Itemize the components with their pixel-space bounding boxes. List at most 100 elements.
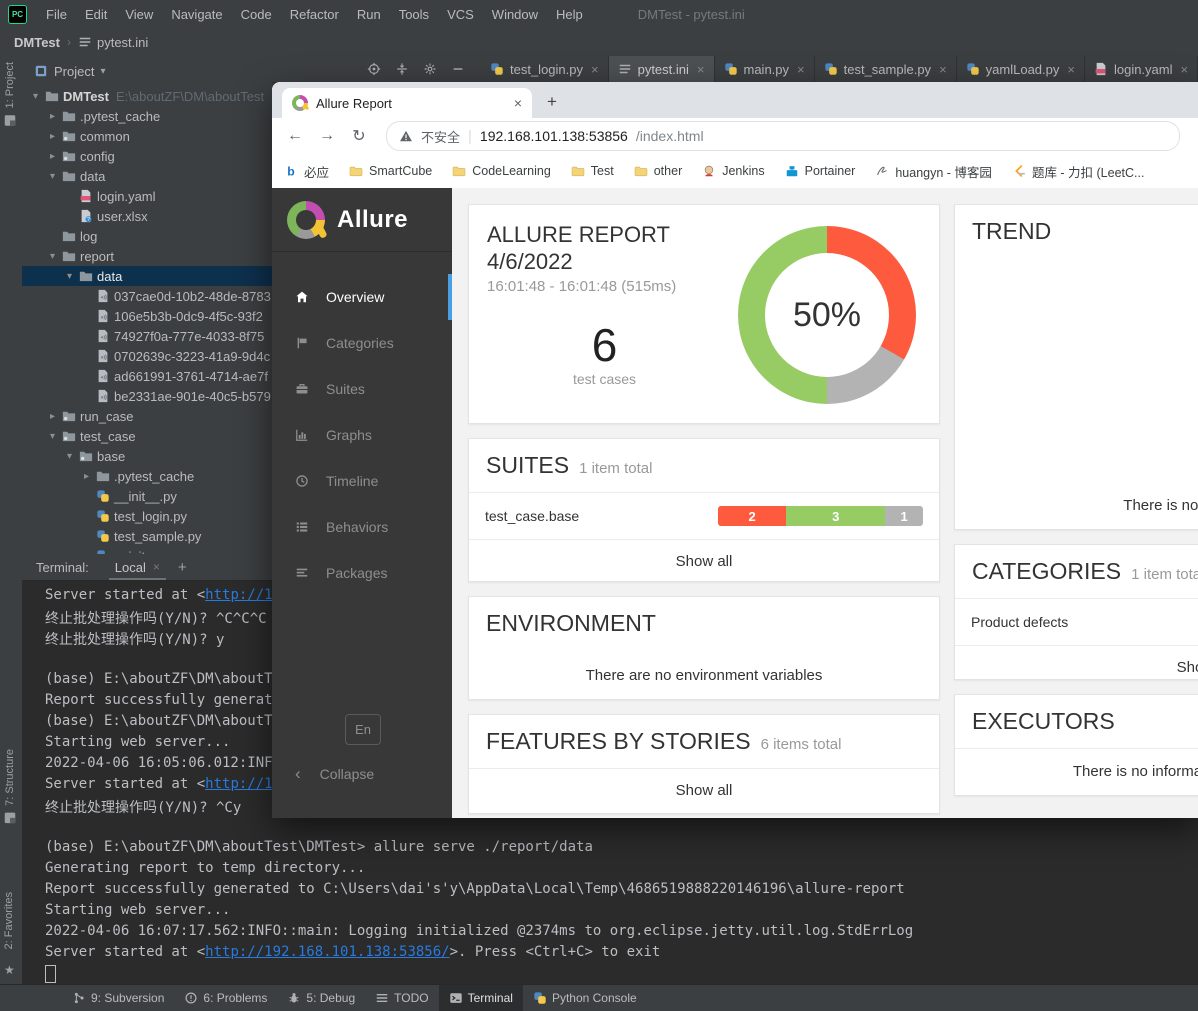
chevron-icon[interactable]: ▾ [28,91,43,102]
tree-item-common[interactable]: ▸ common [22,126,272,146]
toolwindow-structure[interactable]: 7: Structure [3,749,17,825]
editor-tab-main-py[interactable]: main.py × [715,56,815,82]
breadcrumb-project[interactable]: DMTest [14,35,60,50]
menu-item-window[interactable]: Window [483,7,547,22]
nav-item-categories[interactable]: Categories [272,320,452,366]
menu-item-tools[interactable]: Tools [390,7,438,22]
status-donut-chart[interactable]: 50% [738,226,916,404]
bookmark-smartcube[interactable]: SmartCube [349,164,432,178]
tree-item-data[interactable]: ▾ data [22,166,272,186]
terminal-link[interactable]: http://192.168.101.138:53856/ [205,944,449,960]
editor-tab-test-login-py[interactable]: test_login.py × [481,56,609,82]
tree-item-pytest-cache[interactable]: ▸ .pytest_cache [22,106,272,126]
categories-show-all[interactable]: Show all [955,645,1198,688]
close-icon[interactable]: × [514,95,522,111]
chevron-icon[interactable]: ▾ [45,171,60,182]
tree-item-init-py[interactable]: __init__.py [22,546,272,554]
bookmark-portainer[interactable]: Portainer [785,164,855,178]
status-item-9-subversion[interactable]: 9: Subversion [62,985,174,1011]
close-icon[interactable]: × [797,62,805,77]
editor-tab-login-yaml[interactable]: login.yaml × [1085,56,1198,82]
status-item-terminal[interactable]: Terminal [438,985,523,1011]
address-bar[interactable]: 不安全 | 192.168.101.138:53856/index.html [386,121,1180,151]
tree-item-74927f0a-777e-4033-8f75[interactable]: 74927f0a-777e-4033-8f75 [22,326,272,346]
tree-item-037cae0d-10b2-48de-8783[interactable]: 037cae0d-10b2-48de-8783 [22,286,272,306]
bookmark-[interactable]: b 必应 [284,162,329,181]
bookmark-other[interactable]: other [634,164,682,178]
editor-tab-yamlload-py[interactable]: yamlLoad.py × [957,56,1085,82]
nav-item-overview[interactable]: Overview [272,274,452,320]
collapse-button[interactable]: ‹ Collapse [295,764,374,784]
menu-item-refactor[interactable]: Refactor [281,7,348,22]
toolwindow-favorites[interactable]: 2: Favorites [3,892,15,949]
suites-show-all[interactable]: Show all [469,539,939,582]
hide-panel-icon[interactable] [451,62,465,76]
close-icon[interactable]: × [939,62,947,77]
forward-icon[interactable]: → [314,123,340,149]
tree-item-data[interactable]: ▾ data [22,266,272,286]
collapse-all-icon[interactable] [395,62,409,76]
bookmark-codelearning[interactable]: CodeLearning [452,164,551,178]
chevron-icon[interactable]: ▸ [45,131,60,142]
menu-item-file[interactable]: File [37,7,76,22]
chevron-icon[interactable]: ▾ [62,271,77,282]
chevron-icon[interactable]: ▾ [45,251,60,262]
suite-row[interactable]: test_case.base 231 [469,492,939,539]
status-item-todo[interactable]: TODO [365,985,438,1011]
tree-item-report[interactable]: ▾ report [22,246,272,266]
language-button[interactable]: En [345,714,381,745]
status-item-5-debug[interactable]: 5: Debug [277,985,365,1011]
menu-item-run[interactable]: Run [348,7,390,22]
terminal-tab-local[interactable]: Local × [107,554,168,580]
tree-item-user-xlsx[interactable]: ? user.xlsx [22,206,272,226]
bookmark-jenkins[interactable]: Jenkins [702,164,765,178]
close-icon[interactable]: × [1067,62,1075,77]
status-item-python-console[interactable]: Python Console [523,985,647,1011]
tree-item-login-yaml[interactable]: login.yaml [22,186,272,206]
browser-tab-allure-report[interactable]: Allure Report × [282,88,532,118]
close-icon[interactable]: × [591,62,599,77]
nav-item-packages[interactable]: Packages [272,550,452,596]
tree-item-log[interactable]: log [22,226,272,246]
close-icon[interactable]: × [153,560,160,574]
reload-icon[interactable]: ↻ [346,123,372,149]
toolwindow-project[interactable]: 1: Project [3,62,17,127]
menu-item-navigate[interactable]: Navigate [162,7,231,22]
tree-item-run-case[interactable]: ▸ run_case [22,406,272,426]
editor-tab-pytest-ini[interactable]: pytest.ini × [608,56,715,82]
tree-item-base[interactable]: ▾ base [22,446,272,466]
nav-item-timeline[interactable]: Timeline [272,458,452,504]
chevron-icon[interactable]: ▸ [45,111,60,122]
tree-item-106e5b3b-0dc9-4f5c-93f2[interactable]: 106e5b3b-0dc9-4f5c-93f2 [22,306,272,326]
category-row[interactable]: Product defects [955,598,1198,645]
tree-item-ad661991-3761-4714-ae7f[interactable]: ad661991-3761-4714-ae7f [22,366,272,386]
project-panel-header[interactable]: Project ▾ [22,56,272,86]
tree-item-config[interactable]: ▸ config [22,146,272,166]
tree-item-test-case[interactable]: ▾ test_case [22,426,272,446]
breadcrumb-file[interactable]: pytest.ini [97,35,148,50]
features-show-all[interactable]: Show all [469,768,939,811]
nav-item-behaviors[interactable]: Behaviors [272,504,452,550]
tree-item-0702639c-3223-41a9-9d4c[interactable]: 0702639c-3223-41a9-9d4c [22,346,272,366]
chevron-icon[interactable]: ▾ [45,431,60,442]
menu-item-vcs[interactable]: VCS [438,7,483,22]
menu-item-view[interactable]: View [116,7,162,22]
new-terminal-icon[interactable]: + [178,559,187,576]
bookmark-test[interactable]: Test [571,164,614,178]
star-icon[interactable]: ★ [4,963,15,977]
menu-item-edit[interactable]: Edit [76,7,116,22]
menu-item-help[interactable]: Help [547,7,592,22]
tree-item-be2331ae-901e-40c5-b579[interactable]: be2331ae-901e-40c5-b579 [22,386,272,406]
close-icon[interactable]: × [697,62,705,77]
tree-item-test-sample-py[interactable]: test_sample.py [22,526,272,546]
tree-item-test-login-py[interactable]: test_login.py [22,506,272,526]
chevron-icon[interactable]: ▸ [45,151,60,162]
locate-file-icon[interactable] [367,62,381,76]
nav-item-suites[interactable]: Suites [272,366,452,412]
status-item-6-problems[interactable]: 6: Problems [174,985,277,1011]
back-icon[interactable]: ← [282,123,308,149]
bookmark-huangyn[interactable]: huangyn - 博客园 [875,162,992,181]
tree-item-dmtest[interactable]: ▾ DMTest E:\aboutZF\DM\aboutTest [22,86,272,106]
gear-icon[interactable] [423,62,437,76]
not-secure-warning-icon[interactable] [399,129,413,143]
